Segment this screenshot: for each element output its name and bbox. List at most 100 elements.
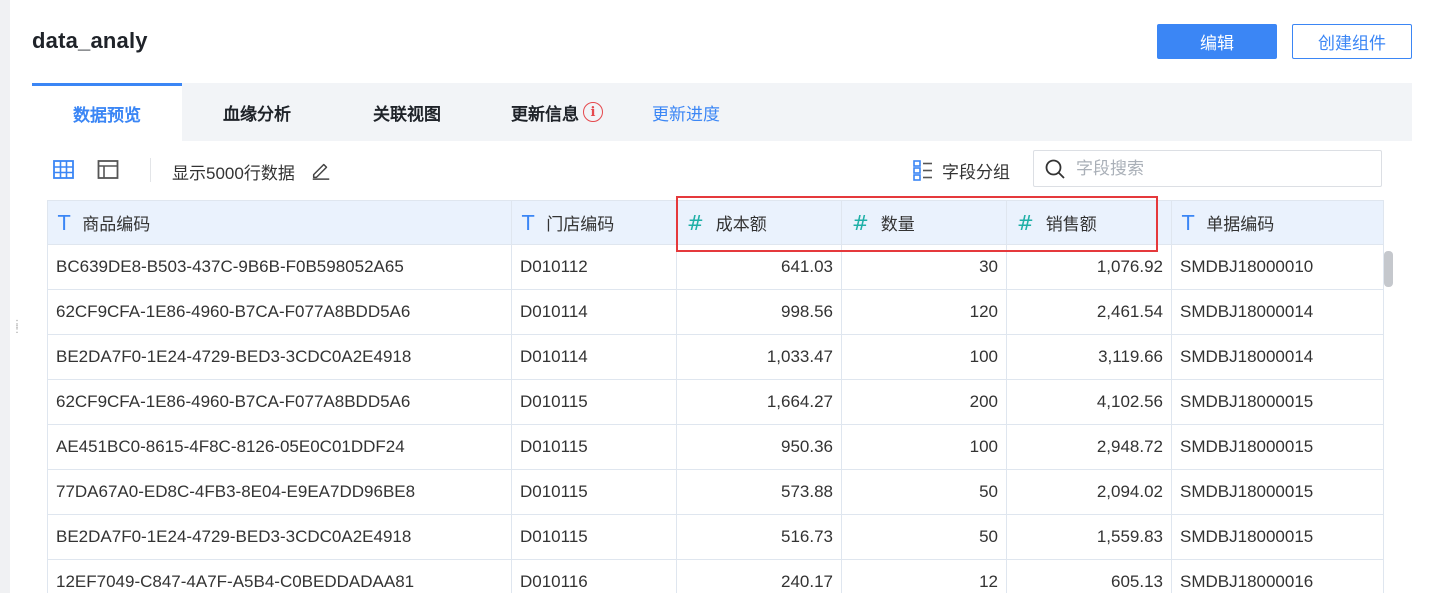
page-title: data_analy — [32, 28, 148, 53]
table-cell: 1,076.92 — [1006, 244, 1172, 290]
table-cell: D010115 — [511, 424, 677, 470]
table-row: BE2DA7F0-1E24-4729-BED3-3CDC0A2E4918 D01… — [47, 514, 1384, 560]
table-cell: 200 — [841, 379, 1007, 425]
column-header[interactable]: # 销售额 — [1006, 200, 1172, 245]
number-type-icon: # — [687, 211, 704, 235]
column-header-label: 销售额 — [1045, 215, 1097, 234]
table-cell: 240.17 — [676, 559, 842, 593]
table-cell: 1,559.83 — [1006, 514, 1172, 560]
table-cell: SMDBJ18000015 — [1171, 424, 1384, 470]
data-preview-table: T 商品编码 T 门店编码 # 成本额 # 数量 # 销售额 T 单据编码 BC639DE8… — [47, 200, 1384, 593]
table-cell: D010116 — [511, 559, 677, 593]
text-type-icon: T — [1182, 211, 1195, 235]
table-cell: 30 — [841, 244, 1007, 290]
drag-handle-icon[interactable]: ⋮ ⋮ — [12, 320, 22, 342]
column-header-label: 门店编码 — [546, 215, 615, 234]
dataset-panel: data_analy 编辑 创建组件 数据预览 血缘分析 关联视图 更新信息 i… — [10, 0, 1434, 593]
info-icon[interactable]: i — [583, 102, 603, 122]
table-cell: D010115 — [511, 379, 677, 425]
layout-view-icon[interactable] — [96, 158, 120, 182]
table-cell: SMDBJ18000016 — [1171, 559, 1384, 593]
table-cell: 2,461.54 — [1006, 289, 1172, 335]
table-cell: 605.13 — [1006, 559, 1172, 593]
tab-label: 关联视图 — [373, 104, 441, 124]
number-type-icon: # — [1017, 211, 1034, 235]
tab-data-preview[interactable]: 数据预览 — [32, 83, 182, 141]
table-cell: 62CF9CFA-1E86-4960-B7CA-F077A8BDD5A6 — [47, 289, 512, 335]
update-progress-link[interactable]: 更新进度 — [652, 83, 720, 141]
table-cell: BE2DA7F0-1E24-4729-BED3-3CDC0A2E4918 — [47, 514, 512, 560]
search-icon — [1045, 159, 1065, 179]
pencil-icon[interactable] — [310, 159, 332, 181]
vertical-scrollbar[interactable] — [1383, 245, 1395, 593]
table-row: 62CF9CFA-1E86-4960-B7CA-F077A8BDD5A6 D01… — [47, 379, 1384, 425]
table-row: 12EF7049-C847-4A7F-A5B4-C0BEDDADAA81 D01… — [47, 559, 1384, 593]
field-search-box[interactable] — [1033, 150, 1382, 187]
edit-button[interactable]: 编辑 — [1157, 24, 1277, 59]
table-cell: SMDBJ18000010 — [1171, 244, 1384, 290]
table-cell: SMDBJ18000015 — [1171, 379, 1384, 425]
column-header[interactable]: T 门店编码 — [511, 200, 677, 245]
field-search-input[interactable] — [1076, 158, 1356, 179]
text-type-icon: T — [522, 211, 535, 235]
table-cell: SMDBJ18000014 — [1171, 289, 1384, 335]
column-header[interactable]: # 数量 — [841, 200, 1007, 245]
tab-lineage-analysis[interactable]: 血缘分析 — [182, 83, 332, 141]
table-cell: D010115 — [511, 469, 677, 515]
table-cell: D010114 — [511, 289, 677, 335]
table-row: 77DA67A0-ED8C-4FB3-8E04-E9EA7DD96BE8 D01… — [47, 469, 1384, 515]
create-component-button[interactable]: 创建组件 — [1292, 24, 1412, 59]
table-cell: 62CF9CFA-1E86-4960-B7CA-F077A8BDD5A6 — [47, 379, 512, 425]
table-cell: 100 — [841, 334, 1007, 380]
number-type-icon: # — [852, 211, 869, 235]
tab-label: 血缘分析 — [223, 104, 291, 124]
table-cell: 120 — [841, 289, 1007, 335]
column-header[interactable]: T 商品编码 — [47, 200, 512, 245]
table-cell: 4,102.56 — [1006, 379, 1172, 425]
table-cell: 1,664.27 — [676, 379, 842, 425]
table-cell: SMDBJ18000015 — [1171, 469, 1384, 515]
table-cell: D010115 — [511, 514, 677, 560]
table-cell: D010112 — [511, 244, 677, 290]
table-cell: 100 — [841, 424, 1007, 470]
table-cell: 998.56 — [676, 289, 842, 335]
column-header[interactable]: # 成本额 — [676, 200, 842, 245]
column-header-label: 商品编码 — [82, 215, 151, 234]
column-header-label: 成本额 — [715, 215, 767, 234]
column-header-label: 数量 — [880, 215, 915, 234]
preview-toolbar: 显示5000行数据 字段分组 — [32, 150, 1412, 190]
toolbar-divider — [150, 158, 151, 182]
table-cell: 950.36 — [676, 424, 842, 470]
column-header[interactable]: T 单据编码 — [1171, 200, 1384, 245]
table-cell: 641.03 — [676, 244, 842, 290]
tab-update-info[interactable]: 更新信息 i — [482, 83, 632, 141]
table-row: BE2DA7F0-1E24-4729-BED3-3CDC0A2E4918 D01… — [47, 334, 1384, 380]
table-row: 62CF9CFA-1E86-4960-B7CA-F077A8BDD5A6 D01… — [47, 289, 1384, 335]
table-cell: SMDBJ18000014 — [1171, 334, 1384, 380]
table-cell: 12 — [841, 559, 1007, 593]
tab-related-view[interactable]: 关联视图 — [332, 83, 482, 141]
tab-label: 数据预览 — [73, 106, 141, 125]
table-cell: D010114 — [511, 334, 677, 380]
field-group-button[interactable]: 字段分组 — [912, 156, 1010, 184]
table-cell: 3,119.66 — [1006, 334, 1172, 380]
row-count-label: 显示5000行数据 — [172, 164, 295, 183]
column-header-label: 单据编码 — [1206, 215, 1275, 234]
table-cell: BC639DE8-B503-437C-9B6B-F0B598052A65 — [47, 244, 512, 290]
table-header-row: T 商品编码 T 门店编码 # 成本额 # 数量 # 销售额 T 单据编码 — [47, 200, 1384, 245]
field-group-label: 字段分组 — [942, 162, 1010, 182]
scroll-thumb[interactable] — [1384, 251, 1393, 287]
grid-view-icon[interactable] — [52, 158, 76, 182]
table-cell: 50 — [841, 469, 1007, 515]
tab-bar: 数据预览 血缘分析 关联视图 更新信息 i 更新进度 — [32, 83, 1412, 141]
table-cell: BE2DA7F0-1E24-4729-BED3-3CDC0A2E4918 — [47, 334, 512, 380]
table-cell: 77DA67A0-ED8C-4FB3-8E04-E9EA7DD96BE8 — [47, 469, 512, 515]
tab-label: 更新信息 — [511, 104, 579, 124]
table-cell: 573.88 — [676, 469, 842, 515]
field-group-icon — [913, 160, 932, 181]
table-cell: 50 — [841, 514, 1007, 560]
table-cell: AE451BC0-8615-4F8C-8126-05E0C01DDF24 — [47, 424, 512, 470]
table-row: BC639DE8-B503-437C-9B6B-F0B598052A65 D01… — [47, 244, 1384, 290]
table-row: AE451BC0-8615-4F8C-8126-05E0C01DDF24 D01… — [47, 424, 1384, 470]
table-cell: SMDBJ18000015 — [1171, 514, 1384, 560]
